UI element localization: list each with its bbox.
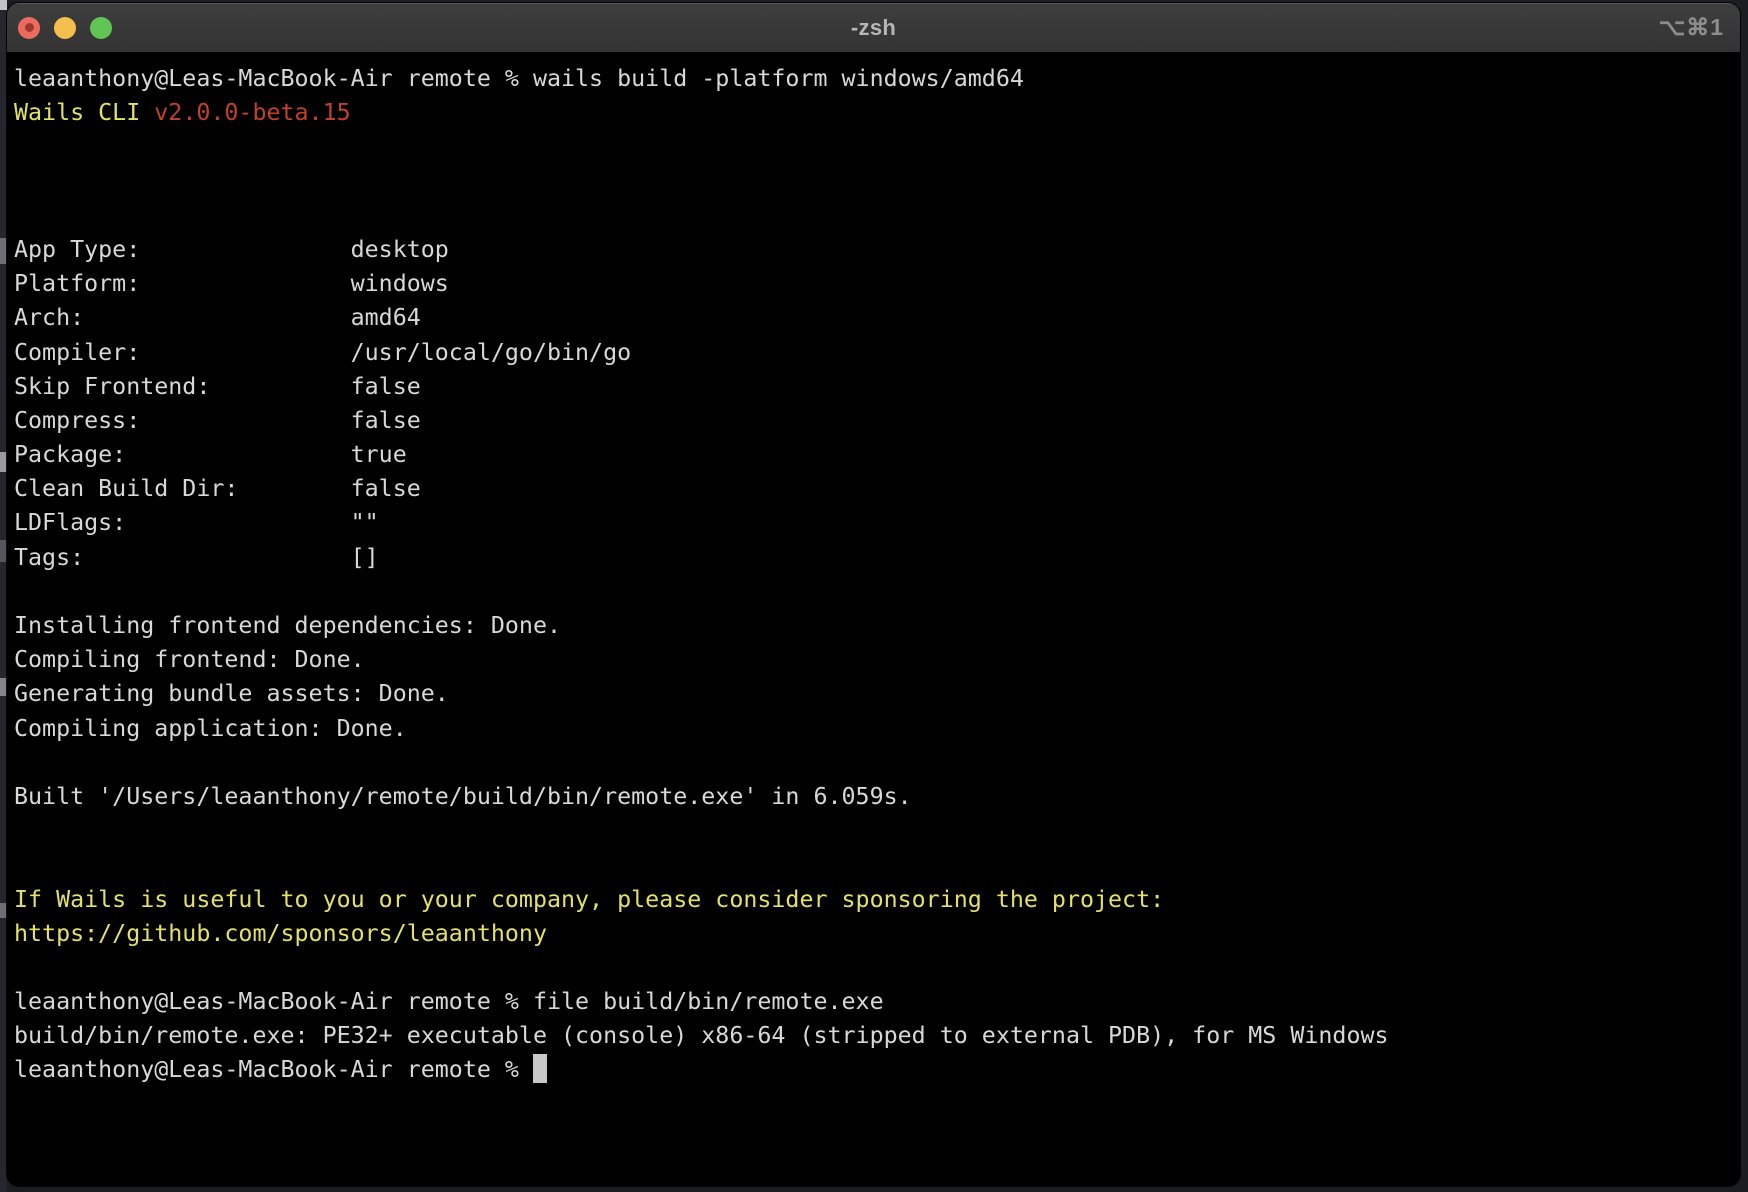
terminal-line xyxy=(14,130,1734,164)
terminal-line xyxy=(14,575,1734,609)
zoom-button[interactable] xyxy=(90,17,112,39)
terminal-text-segment: Platform: windows xyxy=(14,270,449,297)
terminal-text-segment: Generating bundle assets: Done. xyxy=(14,680,449,707)
terminal-line: Tags: [] xyxy=(14,541,1734,575)
terminal-text-segment: leaanthony@Leas-MacBook-Air remote % xyxy=(14,1056,533,1083)
terminal-line: App Type: desktop xyxy=(14,233,1734,267)
background-window-edge xyxy=(0,0,7,1192)
terminal-line: https://github.com/sponsors/leaanthony xyxy=(14,917,1734,951)
terminal-text-segment: Installing frontend dependencies: Done. xyxy=(14,612,561,639)
terminal-line xyxy=(14,814,1734,848)
terminal-text-segment: Clean Build Dir: false xyxy=(14,475,421,502)
terminal-text-segment: Compiler: /usr/local/go/bin/go xyxy=(14,339,631,366)
terminal-text-segment: LDFlags: "" xyxy=(14,509,379,536)
background-fragment xyxy=(0,238,7,264)
terminal-text-segment: Package: true xyxy=(14,441,407,468)
terminal-text-segment: https://github.com/sponsors/leaanthony xyxy=(14,920,547,947)
terminal-text-segment: Arch: amd64 xyxy=(14,304,421,331)
terminal-text-segment: Compiling frontend: Done. xyxy=(14,646,365,673)
terminal-window: -zsh ⌥⌘1 leaanthony@Leas-MacBook-Air rem… xyxy=(7,3,1740,1186)
terminal-line: Platform: windows xyxy=(14,267,1734,301)
terminal-line: Clean Build Dir: false xyxy=(14,472,1734,506)
background-fragment xyxy=(0,678,7,696)
terminal-text-segment: If Wails is useful to you or your compan… xyxy=(14,886,1164,913)
terminal-text-segment: Compress: false xyxy=(14,407,421,434)
terminal-line: Compiling frontend: Done. xyxy=(14,643,1734,677)
terminal-line: Built '/Users/leaanthony/remote/build/bi… xyxy=(14,780,1734,814)
terminal-text-segment: leaanthony@Leas-MacBook-Air remote % fil… xyxy=(14,988,884,1015)
terminal-text-segment: Skip Frontend: false xyxy=(14,373,421,400)
terminal-line: leaanthony@Leas-MacBook-Air remote % wai… xyxy=(14,62,1734,96)
terminal-text-segment: build/bin/remote.exe: PE32+ executable (… xyxy=(14,1022,1389,1049)
background-fragment xyxy=(0,0,7,10)
terminal-text-segment: Tags: [] xyxy=(14,544,379,571)
terminal-line: Installing frontend dependencies: Done. xyxy=(14,609,1734,643)
close-button[interactable] xyxy=(18,17,40,39)
terminal-line: Compress: false xyxy=(14,404,1734,438)
terminal-line: leaanthony@Leas-MacBook-Air remote % xyxy=(14,1053,1734,1087)
terminal-text-segment: v2.0.0-beta.15 xyxy=(154,99,350,126)
terminal-line: Wails CLI v2.0.0-beta.15 xyxy=(14,96,1734,130)
tab-shortcut-hint: ⌥⌘1 xyxy=(1659,3,1724,52)
traffic-lights xyxy=(7,17,112,39)
terminal-output[interactable]: leaanthony@Leas-MacBook-Air remote % wai… xyxy=(7,52,1740,1088)
terminal-text-segment: App Type: desktop xyxy=(14,236,449,263)
background-fragment xyxy=(0,452,7,472)
terminal-line: Skip Frontend: false xyxy=(14,370,1734,404)
terminal-line xyxy=(14,848,1734,882)
terminal-line xyxy=(14,746,1734,780)
terminal-text-segment: Built '/Users/leaanthony/remote/build/bi… xyxy=(14,783,912,810)
terminal-text-segment: leaanthony@Leas-MacBook-Air remote % wai… xyxy=(14,65,1024,92)
terminal-line: Arch: amd64 xyxy=(14,301,1734,335)
terminal-line: If Wails is useful to you or your compan… xyxy=(14,883,1734,917)
window-title: -zsh xyxy=(7,15,1740,41)
minimize-button[interactable] xyxy=(54,17,76,39)
terminal-line: Compiler: /usr/local/go/bin/go xyxy=(14,336,1734,370)
terminal-line: Compiling application: Done. xyxy=(14,712,1734,746)
terminal-line: Generating bundle assets: Done. xyxy=(14,677,1734,711)
background-fragment xyxy=(0,903,7,918)
unsaved-changes-dot-icon xyxy=(25,23,34,32)
terminal-line xyxy=(14,951,1734,985)
terminal-line xyxy=(14,199,1734,233)
terminal-text-segment: Wails CLI xyxy=(14,99,154,126)
terminal-text-segment: Compiling application: Done. xyxy=(14,715,407,742)
background-fragment xyxy=(0,540,7,562)
terminal-line: Package: true xyxy=(14,438,1734,472)
terminal-line: LDFlags: "" xyxy=(14,506,1734,540)
terminal-line: build/bin/remote.exe: PE32+ executable (… xyxy=(14,1019,1734,1053)
window-titlebar[interactable]: -zsh ⌥⌘1 xyxy=(7,3,1740,52)
terminal-line xyxy=(14,165,1734,199)
terminal-cursor xyxy=(533,1054,547,1083)
terminal-line: leaanthony@Leas-MacBook-Air remote % fil… xyxy=(14,985,1734,1019)
